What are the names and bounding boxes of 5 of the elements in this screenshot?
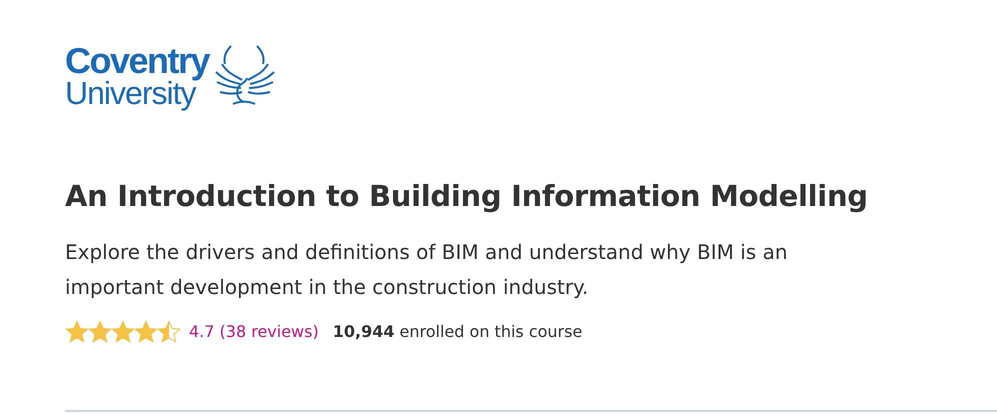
course-title: An Introduction to Building Information Modelling	[65, 178, 869, 213]
university-logo-text: Coventry University	[65, 44, 210, 109]
rating-score: 4.7 (38 reviews)	[189, 322, 319, 341]
enrolled-count: 10,944 enrolled on this course	[332, 322, 582, 341]
course-description: Explore the drivers and definitions of BIM and understand why BIM is an important development in the construction industry.	[65, 238, 788, 301]
